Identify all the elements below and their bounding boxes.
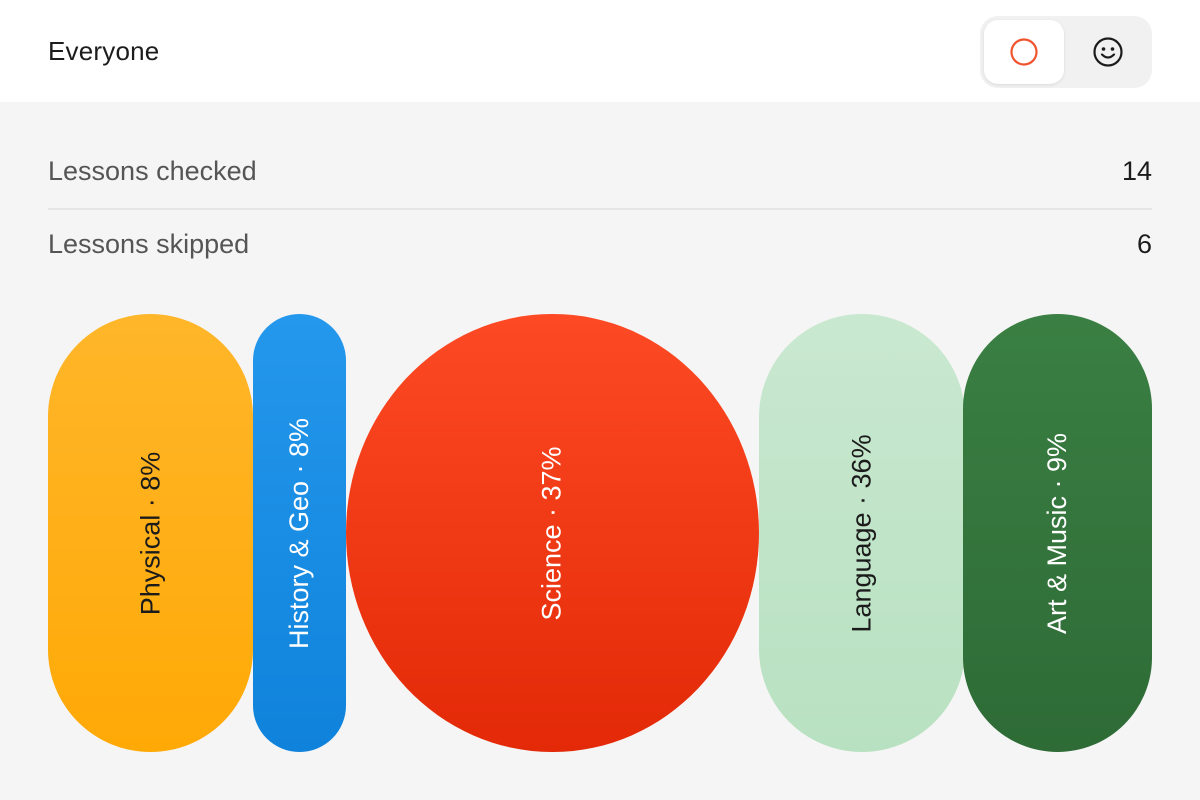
subject-label: Language · 36% — [846, 433, 877, 633]
subject-label: Science · 37% — [537, 445, 567, 621]
subject-bubble-science[interactable]: Science · 37% — [346, 314, 759, 752]
subject-bubble-history-geo[interactable]: History & Geo · 8% — [253, 314, 346, 752]
subject-label: Physical · 8% — [135, 451, 165, 615]
subject-bubble-language[interactable]: Language · 36% — [759, 314, 965, 752]
stat-label: Lessons checked — [48, 156, 257, 186]
subject-label: Art & Music · 9% — [1042, 432, 1073, 634]
subject-label: History & Geo · 8% — [284, 417, 315, 649]
subject-bubble-physical[interactable]: Physical · 8% — [48, 314, 253, 752]
page-title: Everyone — [48, 36, 160, 66]
subject-bubble-art-music[interactable]: Art & Music · 9% — [963, 314, 1152, 752]
stat-value: 6 — [1136, 229, 1152, 259]
subject-bubbles: Physical · 8% History & Geo · 8% Science… — [0, 0, 1200, 800]
divider — [48, 208, 1152, 210]
smiley-icon — [1093, 37, 1123, 67]
header-bar: Everyone — [0, 0, 1200, 102]
circle-view-button[interactable] — [984, 20, 1064, 84]
circle-icon — [1010, 38, 1038, 66]
view-toggle — [980, 16, 1152, 88]
stat-value: 14 — [1121, 156, 1152, 186]
stat-label: Lessons skipped — [48, 229, 250, 259]
stat-row-lessons-checked: Lessons checked 14 — [48, 156, 1152, 226]
stat-row-lessons-skipped: Lessons skipped 6 — [48, 229, 1152, 299]
smiley-view-button[interactable] — [1068, 20, 1148, 84]
